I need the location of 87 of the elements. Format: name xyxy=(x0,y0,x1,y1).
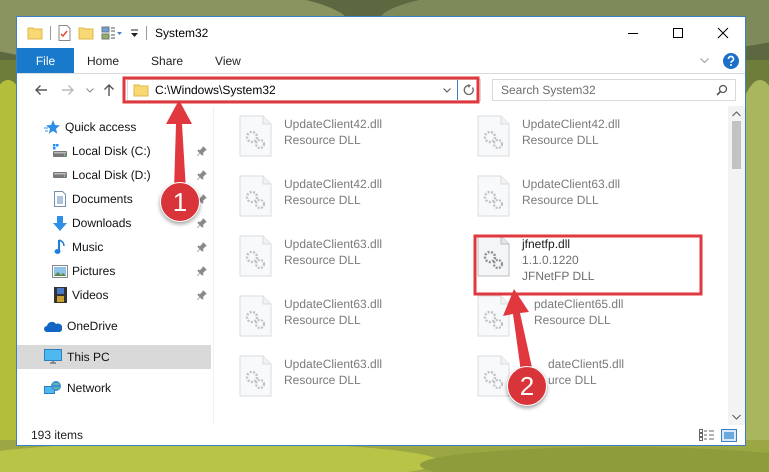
folder-icon xyxy=(133,83,149,97)
image-icon xyxy=(52,264,68,278)
search-field[interactable]: Search System32 xyxy=(492,79,736,101)
sidebar-item[interactable]: Local Disk (C:) xyxy=(72,144,151,158)
file-gear-icon xyxy=(477,235,510,277)
tiles-view-icon[interactable] xyxy=(721,428,737,442)
file-description: Resource DLL xyxy=(284,133,362,148)
pin-icon[interactable] xyxy=(197,146,207,156)
file-gear-icon xyxy=(477,355,510,397)
star-icon xyxy=(44,119,60,135)
sidebar-item[interactable]: Network xyxy=(17,376,211,400)
file-name[interactable]: pdateClient65.dll xyxy=(534,297,624,312)
sidebar-item[interactable]: Quick access xyxy=(17,115,211,139)
address-field[interactable]: C:\Windows\System32 xyxy=(127,79,481,101)
sidebar-item[interactable]: Documents xyxy=(72,192,133,206)
details-view-icon[interactable] xyxy=(699,429,715,441)
file-gear-icon xyxy=(239,235,272,277)
item-count: 193 items xyxy=(31,428,84,442)
sidebar-item[interactable]: Music xyxy=(72,240,104,254)
scroll-thumb[interactable] xyxy=(732,121,741,169)
customize-icon[interactable] xyxy=(130,28,139,38)
scroll-down-icon[interactable] xyxy=(732,414,741,420)
file-description: JFNetFP DLL xyxy=(522,269,594,284)
file-name[interactable]: UpdateClient42.dll xyxy=(284,177,382,192)
up-arrow-icon[interactable] xyxy=(103,83,115,97)
pin-icon[interactable] xyxy=(197,242,207,252)
scroll-up-icon[interactable] xyxy=(732,111,741,117)
download-icon xyxy=(52,216,68,230)
sidebar-item[interactable]: Pictures xyxy=(72,264,116,278)
file-gear-icon xyxy=(239,115,272,157)
caret-icon[interactable] xyxy=(443,88,451,92)
file-name[interactable]: UpdateClient63.dll xyxy=(284,357,382,372)
pin-icon[interactable] xyxy=(197,170,207,180)
file-name[interactable]: UpdateClient42.dll xyxy=(522,117,620,132)
window-title: System32 xyxy=(155,26,208,40)
properties-icon[interactable] xyxy=(101,26,123,40)
file-description: Resource DLL xyxy=(284,313,362,328)
file-description: Resource DLL xyxy=(284,193,362,208)
cloud-icon xyxy=(44,320,62,332)
file-description: Resource DLL xyxy=(522,133,600,148)
sidebar-item[interactable]: Local Disk (D:) xyxy=(72,168,151,182)
caret-icon[interactable] xyxy=(86,88,94,92)
ribbon-tab[interactable]: Home xyxy=(71,48,136,73)
ribbon-tab[interactable]: View xyxy=(199,48,257,73)
sidebar-item[interactable]: This PC xyxy=(17,345,211,369)
ribbon-tab[interactable]: Share xyxy=(135,48,200,73)
file-name[interactable]: jfnetfp.dll xyxy=(522,237,594,252)
file-description: Resource DLL xyxy=(522,193,600,208)
file-gear-icon xyxy=(477,175,510,217)
search-icon[interactable] xyxy=(716,84,728,96)
file-name[interactable]: UpdateClient63.dll xyxy=(284,297,382,312)
file-name[interactable]: UpdateClient63.dll xyxy=(284,237,382,252)
checklist-icon[interactable] xyxy=(58,24,71,40)
close-icon[interactable] xyxy=(716,26,728,38)
music-note-icon xyxy=(54,239,66,255)
file-description: Resource DLL xyxy=(534,313,612,328)
file-gear-icon xyxy=(239,295,272,337)
pin-icon[interactable] xyxy=(197,218,207,228)
file-name[interactable]: UpdateClient63.dll xyxy=(522,177,620,192)
sidebar-item[interactable]: Videos xyxy=(72,288,108,302)
chevron-icon[interactable] xyxy=(700,58,709,64)
file-tab[interactable]: File xyxy=(17,48,74,73)
sidebar-item[interactable]: OneDrive xyxy=(17,314,211,338)
file-gear-icon xyxy=(477,295,510,337)
drive-icon xyxy=(52,171,68,179)
file-description: urce DLL xyxy=(548,373,598,388)
file-name[interactable]: dateClient5.dll xyxy=(548,357,624,372)
scrollbar[interactable] xyxy=(728,106,745,425)
back-arrow-icon[interactable] xyxy=(34,84,48,96)
file-version: 1.1.0.1220 xyxy=(522,253,580,268)
file-gear-icon xyxy=(239,175,272,217)
network-icon xyxy=(44,380,62,396)
sidebar-item[interactable]: Downloads xyxy=(72,216,132,230)
monitor-icon xyxy=(44,349,62,365)
file-name[interactable]: UpdateClient42.dll xyxy=(284,117,382,132)
drive-icon xyxy=(52,144,68,158)
file-gear-icon xyxy=(239,355,272,397)
document-icon xyxy=(54,191,66,207)
file-description: Resource DLL xyxy=(284,373,362,388)
pin-icon[interactable] xyxy=(197,290,207,300)
pin-icon[interactable] xyxy=(197,266,207,276)
refresh-icon[interactable] xyxy=(463,84,475,96)
file-description: Resource DLL xyxy=(284,253,362,268)
maximize-icon[interactable] xyxy=(672,26,684,38)
file-gear-icon xyxy=(477,115,510,157)
help-icon[interactable] xyxy=(723,52,739,68)
film-icon xyxy=(54,287,66,303)
